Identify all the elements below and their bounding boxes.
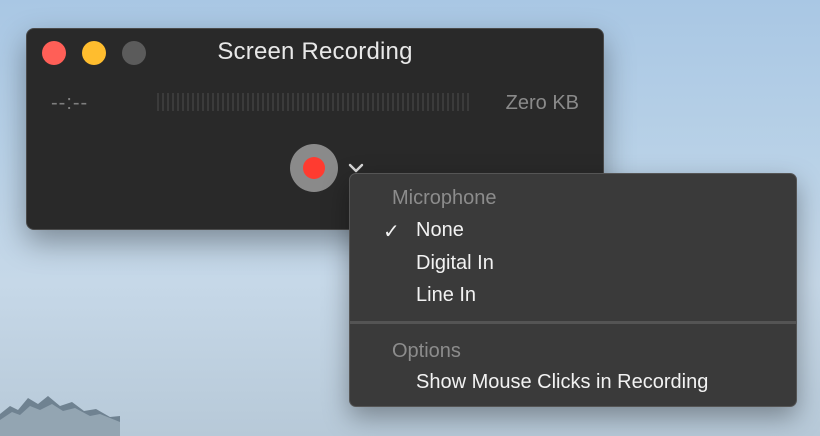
window-title: Screen Recording <box>217 38 413 65</box>
audio-level-meter <box>157 93 471 111</box>
microphone-section-title: Microphone <box>392 187 497 209</box>
file-size: Zero KB <box>505 92 579 114</box>
menu-item-line-in[interactable]: Line In <box>416 284 476 307</box>
record-button[interactable] <box>290 144 338 192</box>
record-icon <box>303 157 325 179</box>
menu-divider <box>350 321 796 324</box>
recording-options-menu: Microphone ✓ None Digital In Line In Opt… <box>349 173 797 407</box>
menu-item-none[interactable]: None <box>416 219 464 242</box>
menu-item-digital-in[interactable]: Digital In <box>416 252 494 275</box>
options-section-title: Options <box>392 340 461 362</box>
checkmark-icon: ✓ <box>383 221 400 243</box>
desktop-mountain-background <box>0 396 120 436</box>
elapsed-time: --:-- <box>51 92 89 114</box>
menu-item-show-mouse-clicks[interactable]: Show Mouse Clicks in Recording <box>416 371 708 394</box>
